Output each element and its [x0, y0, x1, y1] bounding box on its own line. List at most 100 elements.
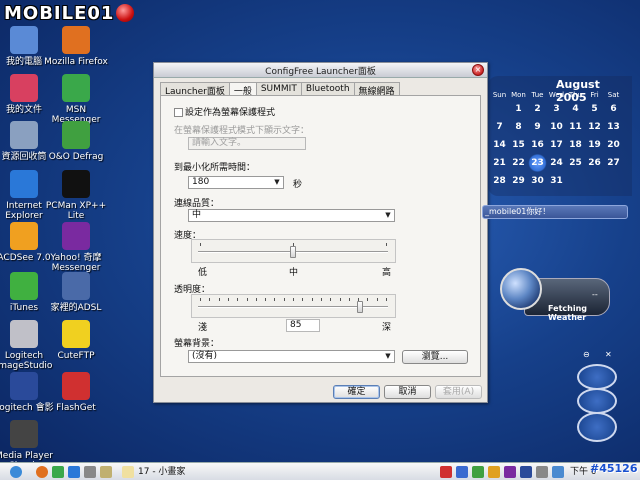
transparency-slider[interactable] [191, 294, 396, 318]
volume-icon[interactable] [536, 466, 548, 478]
calendar-day[interactable]: 16 [528, 136, 547, 154]
desktop-icon[interactable]: FlashGet [44, 372, 108, 413]
taskbar-task[interactable]: 17 - 小畫家 [138, 465, 185, 479]
calendar-day[interactable]: 20 [604, 136, 623, 154]
window-titlebar[interactable]: ConfigFree Launcher面板 × [154, 63, 487, 78]
recycle-bin-icon [10, 121, 38, 149]
calendar-day[interactable]: 8 [509, 118, 528, 136]
background-select[interactable]: (沒有) ▼ [188, 350, 395, 363]
apply-button[interactable]: 套用(A) [435, 385, 482, 399]
calendar-day[interactable]: 29 [509, 172, 528, 190]
config-gadget-icon[interactable] [577, 412, 617, 442]
calendar-day[interactable]: 22 [509, 154, 528, 172]
calendar-day[interactable]: 4 [566, 100, 585, 118]
screensaver-checkbox[interactable] [174, 108, 183, 117]
transparency-tick [330, 298, 332, 301]
quality-value: 中 [192, 210, 202, 220]
transparency-value-input[interactable]: 85 [286, 319, 320, 332]
desktop-icon[interactable]: PCMan XP++ Lite [44, 170, 108, 221]
weather-widget[interactable]: -- Fetching Weather [500, 262, 610, 322]
calendar-day[interactable]: 10 [547, 118, 566, 136]
desktop-icon[interactable]: CuteFTP [44, 320, 108, 361]
screensaver-checkbox-label: 設定作為螢幕保護程式 [185, 108, 276, 118]
calendar-day[interactable]: 3 [547, 100, 566, 118]
ie-quicklaunch-icon[interactable] [68, 466, 80, 478]
tab-wireless[interactable]: 無線網路 [353, 82, 400, 97]
folder-quicklaunch-icon[interactable] [100, 466, 112, 478]
general-panel: 設定作為螢幕保護程式 在螢幕保護程式模式下顯示文字： 請輸入文字。 到最小化所需… [160, 95, 481, 377]
computer-icon [10, 26, 38, 54]
minimize-label: 到最小化所需時間： [174, 163, 256, 173]
defrag-icon [62, 121, 90, 149]
calendar-day[interactable]: 18 [566, 136, 585, 154]
signal-gadget-icon[interactable] [577, 388, 617, 414]
calendar-day[interactable]: 26 [585, 154, 604, 172]
calendar-day[interactable]: 17 [547, 136, 566, 154]
minimize-time-select[interactable]: 180 ▼ [188, 176, 284, 189]
browse-button[interactable]: 瀏覽... [402, 350, 468, 364]
transparency-slider-thumb[interactable] [356, 301, 363, 313]
calendar-day[interactable]: 9 [528, 118, 547, 136]
cancel-button[interactable]: 取消 [384, 385, 431, 399]
calendar-day[interactable]: 6 [604, 100, 623, 118]
tab-summit[interactable]: SUMMIT [255, 82, 302, 96]
calendar-day[interactable]: 2 [528, 100, 547, 118]
calendar-day[interactable]: 28 [490, 172, 509, 190]
speed-slider[interactable] [191, 239, 396, 263]
calendar-day[interactable]: 21 [490, 154, 509, 172]
desktop-icon-label: O&O Defrag [48, 152, 104, 162]
desktop-quicklaunch-icon[interactable] [84, 466, 96, 478]
globe-icon [500, 268, 542, 310]
close-gadget-icon[interactable]: ✕ [605, 350, 612, 359]
network-icon [62, 272, 90, 300]
tab-bluetooth[interactable]: Bluetooth [300, 82, 355, 96]
calendar-day[interactable]: 25 [566, 154, 585, 172]
transparency-tick [320, 298, 322, 301]
tray-icon[interactable] [440, 466, 452, 478]
calendar-day[interactable]: 27 [604, 154, 623, 172]
tab-launcher[interactable]: Launcher面板 [160, 82, 230, 97]
screensaver-text-input[interactable]: 請輸入文字。 [188, 137, 306, 150]
screensaver-option[interactable]: 設定作為螢幕保護程式 [174, 105, 275, 118]
calendar-day[interactable]: 5 [585, 100, 604, 118]
ok-button[interactable]: 確定 [333, 385, 380, 399]
quality-select[interactable]: 中 ▼ [188, 209, 395, 222]
calendar-day[interactable]: 19 [585, 136, 604, 154]
transparency-tick [367, 298, 369, 301]
calendar-day[interactable]: 1 [509, 100, 528, 118]
tray-icon[interactable] [456, 466, 468, 478]
calendar-day[interactable]: 23 [528, 154, 547, 172]
tray-icon[interactable] [472, 466, 484, 478]
desktop-icon-label: FlashGet [56, 403, 96, 413]
calendar-day[interactable]: 31 [547, 172, 566, 190]
calendar-day[interactable]: 15 [509, 136, 528, 154]
desktop-icon-label: CuteFTP [57, 351, 95, 361]
msn-quicklaunch-icon[interactable] [52, 466, 64, 478]
tray-icon[interactable] [520, 466, 532, 478]
minimize-unit: 秒 [293, 180, 303, 190]
calendar-day[interactable]: 7 [490, 118, 509, 136]
desktop-icon[interactable]: O&O Defrag [44, 121, 108, 162]
calendar-day[interactable]: 30 [528, 172, 547, 190]
start-icon[interactable] [10, 466, 22, 478]
desktop-icon[interactable]: Mozilla Firefox [44, 26, 108, 67]
transparency-tick [218, 298, 220, 301]
desktop-icon[interactable]: Yahoo! 奇摩 Messenger [44, 222, 108, 273]
transparency-tick [255, 298, 257, 301]
minimize-gadget-icon[interactable]: ⊖ [583, 350, 590, 359]
close-icon[interactable]: × [472, 64, 484, 76]
tray-icon[interactable] [488, 466, 500, 478]
calendar-day[interactable]: 11 [566, 118, 585, 136]
calendar-day[interactable]: 14 [490, 136, 509, 154]
tray-icon[interactable] [504, 466, 516, 478]
calendar-day[interactable]: 13 [604, 118, 623, 136]
desktop-icon[interactable]: 家裡的ADSL [44, 272, 108, 313]
network-tray-icon[interactable] [552, 466, 564, 478]
calendar-day[interactable]: 24 [547, 154, 566, 172]
transparency-tick [209, 298, 211, 301]
disc-gadget-icon[interactable] [577, 364, 617, 390]
speed-slider-thumb[interactable] [290, 246, 296, 258]
calendar-day[interactable]: 12 [585, 118, 604, 136]
firefox-quicklaunch-icon[interactable] [36, 466, 48, 478]
firefox-icon [62, 26, 90, 54]
